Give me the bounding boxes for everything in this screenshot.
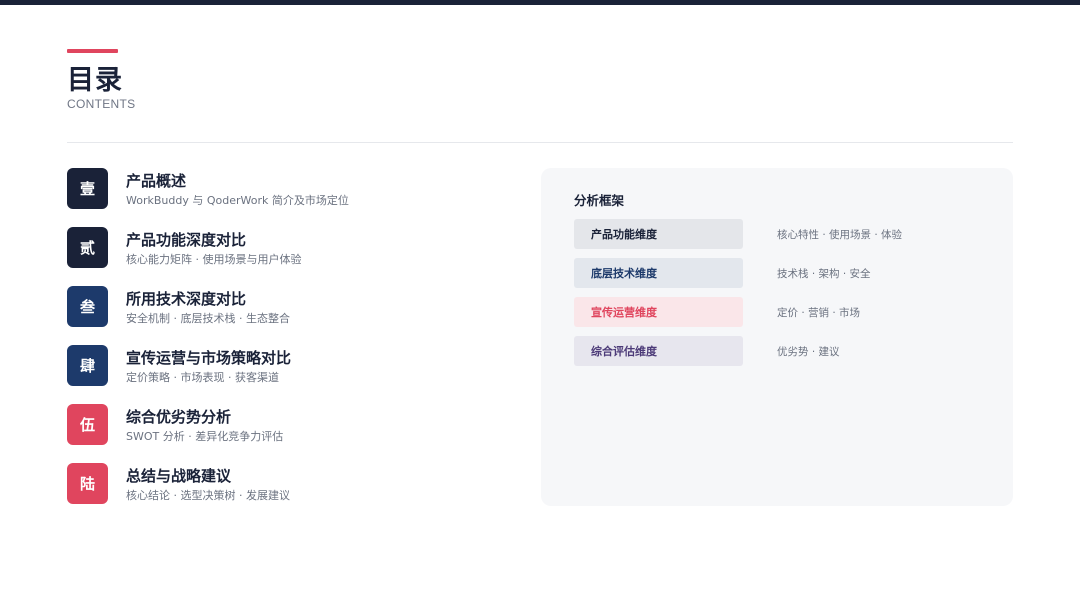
toc-badge: 贰 <box>67 227 108 268</box>
header-divider <box>67 142 1013 143</box>
toc-item-6[interactable]: 陆 总结与战略建议 核心结论 · 选型决策树 · 发展建议 <box>67 463 487 505</box>
toc-desc: 安全机制 · 底层技术栈 · 生态整合 <box>126 312 290 325</box>
toc-item-5[interactable]: 伍 综合优劣势分析 SWOT 分析 · 差异化竞争力评估 <box>67 404 487 446</box>
dimension-desc: 技术栈 · 架构 · 安全 <box>777 268 871 280</box>
toc-title: 总结与战略建议 <box>126 467 232 485</box>
analysis-framework-panel: 分析框架 产品功能维度 核心特性 · 使用场景 · 体验 底层技术维度 技术栈 … <box>541 168 1013 506</box>
toc-badge: 肆 <box>67 345 108 386</box>
toc-title: 所用技术深度对比 <box>126 290 247 308</box>
toc-title: 产品功能深度对比 <box>126 231 247 249</box>
page-title: 目录 <box>67 65 123 96</box>
framework-row-2: 底层技术维度 技术栈 · 架构 · 安全 <box>574 258 994 288</box>
toc-desc: SWOT 分析 · 差异化竞争力评估 <box>126 430 284 443</box>
toc-badge: 伍 <box>67 404 108 445</box>
toc-desc: 定价策略 · 市场表现 · 获客渠道 <box>126 371 279 384</box>
framework-row-4: 综合评估维度 优劣势 · 建议 <box>574 336 994 366</box>
page-subtitle: CONTENTS <box>67 97 136 111</box>
dimension-chip: 宣传运营维度 <box>574 297 743 327</box>
toc-desc: WorkBuddy 与 QoderWork 简介及市场定位 <box>126 194 349 207</box>
dimension-desc: 核心特性 · 使用场景 · 体验 <box>777 229 903 241</box>
title-accent-line <box>67 49 118 53</box>
dimension-chip: 底层技术维度 <box>574 258 743 288</box>
toc-item-4[interactable]: 肆 宣传运营与市场策略对比 定价策略 · 市场表现 · 获客渠道 <box>67 345 487 387</box>
toc-desc: 核心能力矩阵 · 使用场景与用户体验 <box>126 253 302 266</box>
toc-title: 宣传运营与市场策略对比 <box>126 349 292 367</box>
toc-badge: 叁 <box>67 286 108 327</box>
toc-item-3[interactable]: 叁 所用技术深度对比 安全机制 · 底层技术栈 · 生态整合 <box>67 286 487 328</box>
framework-row-3: 宣传运营维度 定价 · 营销 · 市场 <box>574 297 994 327</box>
toc-item-2[interactable]: 贰 产品功能深度对比 核心能力矩阵 · 使用场景与用户体验 <box>67 227 487 269</box>
top-bar <box>0 0 1080 5</box>
toc-title: 综合优劣势分析 <box>126 408 232 426</box>
toc-badge: 壹 <box>67 168 108 209</box>
dimension-desc: 定价 · 营销 · 市场 <box>777 307 861 319</box>
panel-title: 分析框架 <box>574 193 625 208</box>
toc-title: 产品概述 <box>126 172 187 190</box>
toc-desc: 核心结论 · 选型决策树 · 发展建议 <box>126 489 290 502</box>
dimension-chip: 综合评估维度 <box>574 336 743 366</box>
framework-row-1: 产品功能维度 核心特性 · 使用场景 · 体验 <box>574 219 994 249</box>
dimension-chip: 产品功能维度 <box>574 219 743 249</box>
toc-item-1[interactable]: 壹 产品概述 WorkBuddy 与 QoderWork 简介及市场定位 <box>67 168 487 210</box>
dimension-desc: 优劣势 · 建议 <box>777 346 840 358</box>
toc-badge: 陆 <box>67 463 108 504</box>
